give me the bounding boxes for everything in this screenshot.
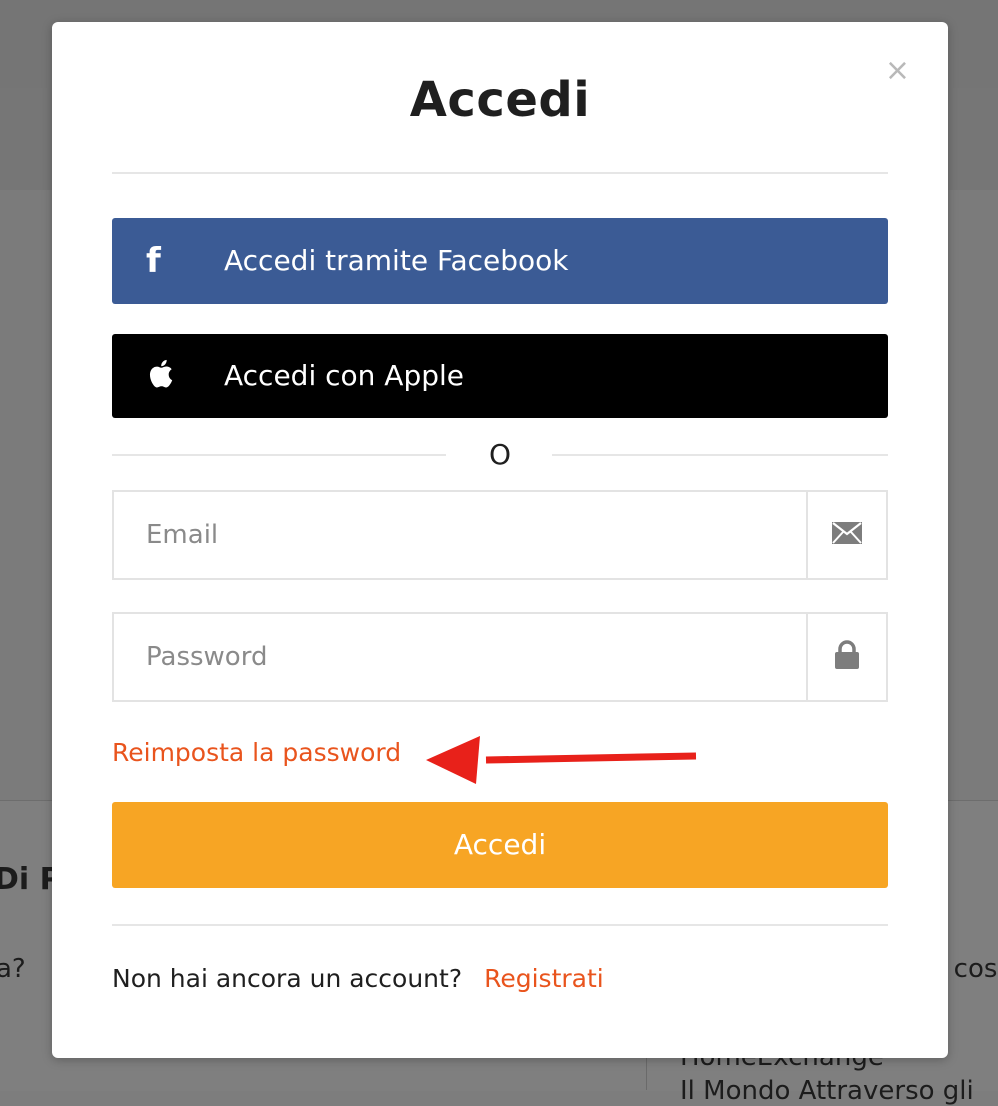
or-divider-right: [552, 454, 888, 456]
envelope-icon: [832, 522, 862, 548]
title-divider: [112, 172, 888, 174]
apple-login-label: Accedi con Apple: [224, 359, 465, 392]
facebook-login-button[interactable]: f Accedi tramite Facebook: [112, 218, 888, 304]
reset-password-link[interactable]: Reimposta la password: [112, 738, 401, 767]
password-input[interactable]: [114, 614, 808, 700]
apple-login-button[interactable]: Accedi con Apple: [112, 334, 888, 418]
apple-icon: [146, 358, 174, 395]
login-submit-button[interactable]: Accedi: [112, 802, 888, 888]
bg-bottom-text-2: Il Mondo Attraverso gli: [680, 1076, 974, 1106]
facebook-login-label: Accedi tramite Facebook: [224, 244, 569, 277]
no-account-text: Non hai ancora un account?: [112, 964, 463, 993]
email-input[interactable]: [114, 492, 808, 578]
facebook-icon: f: [146, 241, 161, 281]
email-addon: [806, 492, 886, 578]
signup-prompt: Non hai ancora un account? Registrati: [112, 964, 604, 993]
footer-divider: [112, 924, 888, 926]
lock-icon: [834, 640, 860, 674]
register-link[interactable]: Registrati: [484, 964, 604, 993]
login-modal: × Accedi f Accedi tramite Facebook Acced…: [52, 22, 948, 1058]
email-field: [112, 490, 888, 580]
bg-question-fragment: a?: [0, 954, 26, 984]
password-addon: [806, 614, 886, 700]
modal-title: Accedi: [409, 72, 591, 128]
annotation-arrow: [426, 736, 697, 784]
password-field: [112, 612, 888, 702]
